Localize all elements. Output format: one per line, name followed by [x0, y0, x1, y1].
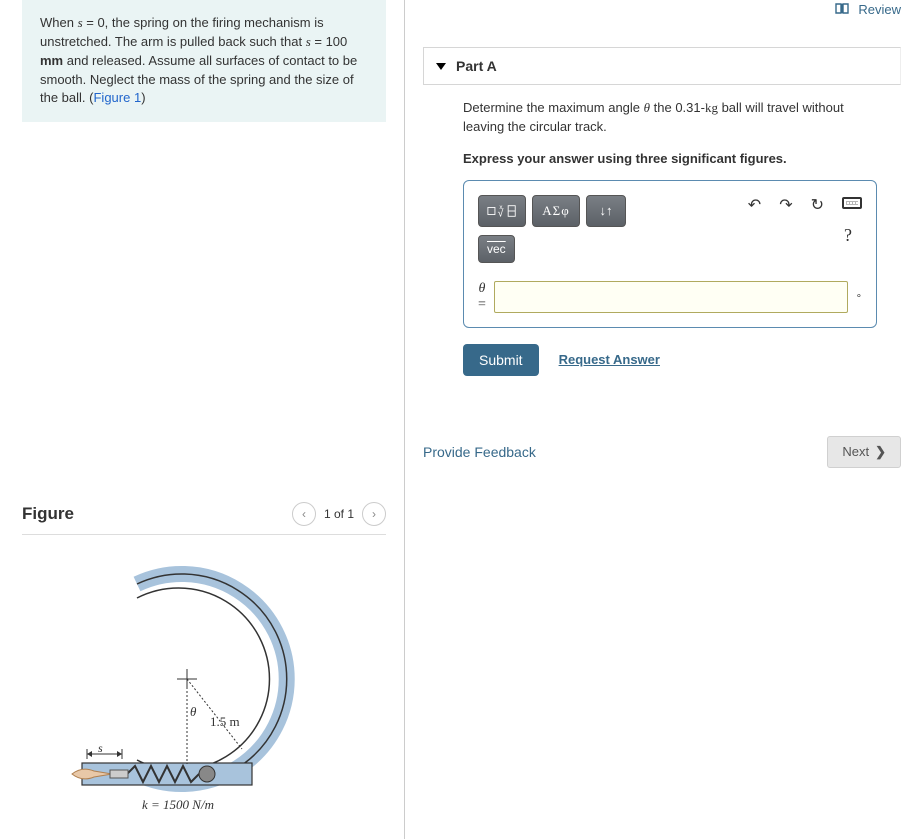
problem-statement: When s = 0, the spring on the firing mec…: [22, 0, 386, 122]
request-answer-link[interactable]: Request Answer: [559, 352, 660, 367]
undo-icon[interactable]: ↶: [748, 195, 761, 215]
s-label: s: [98, 741, 103, 756]
help-button[interactable]: ?: [748, 225, 862, 246]
radius-label: 1.5 m: [210, 714, 240, 730]
vec-button[interactable]: vec: [478, 235, 515, 263]
subscript-button[interactable]: ↓↑: [586, 195, 626, 227]
unit-mm: mm: [40, 53, 63, 68]
unit-degree: ∘: [856, 291, 862, 302]
text: = 0, the spring on the firing mechanism …: [40, 15, 324, 49]
submit-button[interactable]: Submit: [463, 344, 539, 376]
variable-label: θ =: [478, 281, 486, 312]
text: and released. Assume all surfaces of con…: [40, 53, 357, 106]
text: = 100: [311, 34, 348, 49]
review-link[interactable]: Review: [423, 0, 901, 17]
answer-box: x √ ΑΣφ ↓↑ vec: [463, 180, 877, 328]
figure-prev-button[interactable]: ‹: [292, 502, 316, 526]
figure-diagram: 1.5 m θ s k = 1500 N/m: [52, 549, 352, 819]
svg-text:√: √: [498, 207, 504, 219]
figure-next-button[interactable]: ›: [362, 502, 386, 526]
text: ): [141, 90, 145, 105]
figure-counter: 1 of 1: [324, 507, 354, 521]
k-label: k = 1500 N/m: [142, 797, 214, 813]
collapse-icon: [436, 63, 446, 70]
provide-feedback-link[interactable]: Provide Feedback: [423, 444, 536, 460]
part-instruction: Express your answer using three signific…: [463, 151, 877, 166]
text: When: [40, 15, 78, 30]
keyboard-icon[interactable]: [842, 196, 862, 214]
greek-button[interactable]: ΑΣφ: [532, 195, 580, 227]
figure-title: Figure: [22, 504, 74, 524]
chevron-right-icon: ❯: [875, 444, 886, 460]
answer-input[interactable]: [494, 281, 848, 313]
reset-icon[interactable]: ↻: [811, 195, 824, 215]
figure-link[interactable]: Figure 1: [93, 90, 141, 105]
part-prompt: Determine the maximum angle θ the 0.31-k…: [463, 99, 877, 137]
templates-button[interactable]: x √: [478, 195, 526, 227]
part-a-header[interactable]: Part A: [423, 47, 901, 85]
theta-label: θ: [190, 704, 196, 720]
redo-icon[interactable]: ↷: [779, 195, 792, 215]
part-label: Part A: [456, 58, 497, 74]
book-icon: [835, 2, 853, 17]
next-button[interactable]: Next ❯: [827, 436, 901, 468]
